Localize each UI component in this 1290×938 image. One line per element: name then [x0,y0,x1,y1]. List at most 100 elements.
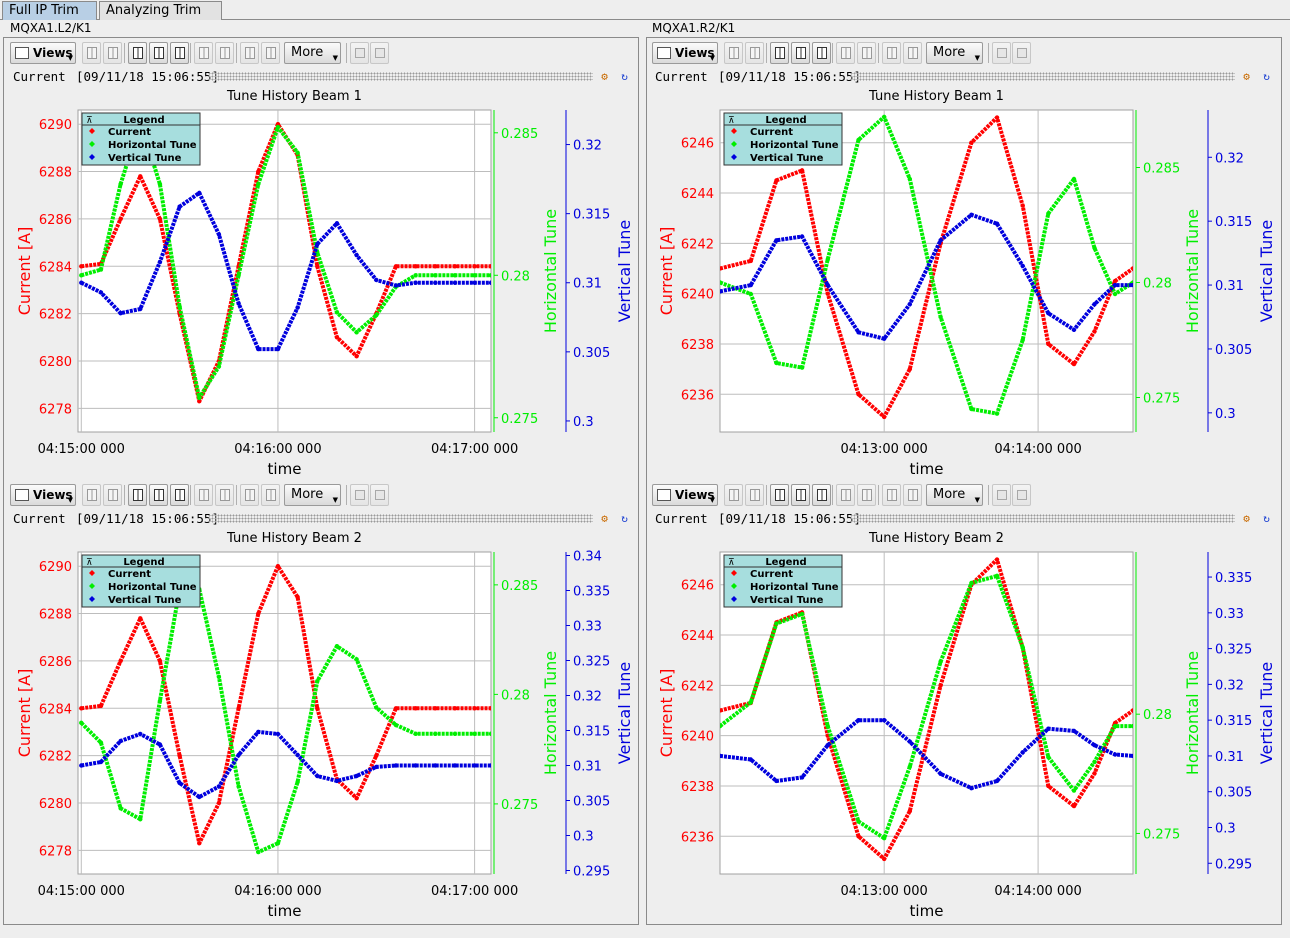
legend-pin-icon[interactable]: ⊼ [86,116,93,126]
window-button[interactable] [240,484,259,506]
settings-icon[interactable]: ⚙ [598,512,611,525]
refresh-icon[interactable]: ↻ [1260,70,1273,83]
views-button[interactable]: Views ▼ [10,484,76,506]
legend-pin-icon[interactable]: ⊼ [86,558,93,568]
y-mid-tick-label: 0.285 [1143,162,1180,177]
grid-button[interactable] [261,42,280,64]
export-button[interactable] [992,42,1011,64]
x-axis-label: time [910,460,944,478]
table-button[interactable] [857,484,876,506]
target-button[interactable] [194,484,213,506]
refresh-icon[interactable]: ↻ [1260,512,1273,525]
target-button[interactable] [194,42,213,64]
print-button[interactable] [1012,42,1031,64]
export-button[interactable] [350,42,369,64]
columns-layout-button[interactable] [128,484,147,506]
data-point [177,304,182,309]
columns-layout-button[interactable] [770,42,789,64]
rows-layout-button[interactable] [791,484,810,506]
rows-layout-button[interactable] [149,42,168,64]
window-button[interactable] [882,42,901,64]
columns-layout-icon [775,47,785,59]
rows-layout-button[interactable] [149,484,168,506]
chart-svg[interactable]: Tune History Beam 1 6278 6280 6282 6284 6286 6… [8,86,638,478]
tile-layout-button[interactable] [170,42,189,64]
window-button[interactable] [240,42,259,64]
grid-button[interactable] [903,484,922,506]
more-label: More [933,487,966,502]
chart-panel: Views ▼ More ▼ Current [09/11/18 15:06:55] ⚙ ↻ T… [8,482,638,920]
columns-layout-button[interactable] [770,484,789,506]
y-right-tick-label: 0.3 [573,830,594,845]
y-mid-tick-label: 0.285 [501,127,538,142]
grid-search-button[interactable] [103,484,122,506]
data-point [1071,803,1077,809]
more-button[interactable]: More ▼ [926,484,983,506]
grid-layout-button[interactable] [82,42,101,64]
data-point [433,264,438,269]
data-point [488,731,491,737]
target-button[interactable] [836,42,855,64]
more-button[interactable]: More ▼ [284,42,341,64]
data-point [907,764,913,769]
views-button[interactable]: Views ▼ [652,484,718,506]
grid-search-button[interactable] [745,484,764,506]
target-button[interactable] [836,484,855,506]
data-point [1046,783,1051,789]
more-button[interactable]: More ▼ [926,42,983,64]
grid-layout-button[interactable] [724,484,743,506]
more-button[interactable]: More ▼ [284,484,341,506]
tab-full-ip-trim[interactable]: Full IP Trim [2,1,97,20]
columns-layout-button[interactable] [128,42,147,64]
data-point [452,273,458,278]
grid-layout-icon [87,489,97,501]
y-left-tick-label: 6278 [39,844,72,859]
rows-layout-button[interactable] [791,42,810,64]
legend-pin-icon[interactable]: ⊼ [728,558,735,568]
chart-svg[interactable]: Tune History Beam 1 6236 6238 6240 6242 6244 6… [650,86,1280,478]
chart-svg[interactable]: Tune History Beam 2 6236 6238 6240 6242 6244 6… [650,528,1280,920]
data-point [118,806,123,811]
window-icon [245,47,255,59]
print-button[interactable] [370,42,389,64]
export-button[interactable] [350,484,369,506]
data-point [825,743,830,748]
table-button[interactable] [215,484,234,506]
refresh-icon[interactable]: ↻ [618,70,631,83]
table-button[interactable] [857,42,876,64]
tile-layout-button[interactable] [170,484,189,506]
y-mid-axis-label: Horizontal Tune [541,209,560,333]
views-button[interactable]: Views ▼ [10,42,76,64]
tab-analyzing-trim[interactable]: Analyzing Trim [99,1,222,20]
table-button[interactable] [215,42,234,64]
settings-icon[interactable]: ⚙ [598,70,611,83]
chart-title: Tune History Beam 2 [226,531,362,546]
grid-search-button[interactable] [745,42,764,64]
print-button[interactable] [1012,484,1031,506]
y-mid-tick-label: 0.275 [501,412,538,427]
legend-entry: Current [108,569,151,580]
data-point [79,706,84,711]
y-mid-tick-label: 0.275 [1143,392,1180,407]
grid-layout-icon [729,489,739,501]
grid-button[interactable] [261,484,280,506]
data-point [315,773,320,779]
settings-icon[interactable]: ⚙ [1240,70,1253,83]
print-icon [375,48,385,58]
grid-search-button[interactable] [103,42,122,64]
tile-layout-button[interactable] [812,484,831,506]
legend-entry: Current [750,569,793,580]
export-button[interactable] [992,484,1011,506]
legend-pin-icon[interactable]: ⊼ [728,116,735,126]
data-point [157,216,163,222]
settings-icon[interactable]: ⚙ [1240,512,1253,525]
print-button[interactable] [370,484,389,506]
window-button[interactable] [882,484,901,506]
refresh-icon[interactable]: ↻ [618,512,631,525]
tile-layout-button[interactable] [812,42,831,64]
grid-button[interactable] [903,42,922,64]
grid-layout-button[interactable] [724,42,743,64]
views-button[interactable]: Views ▼ [652,42,718,64]
grid-layout-button[interactable] [82,484,101,506]
chart-svg[interactable]: Tune History Beam 2 6278 6280 6282 6284 6286 6… [8,528,638,920]
